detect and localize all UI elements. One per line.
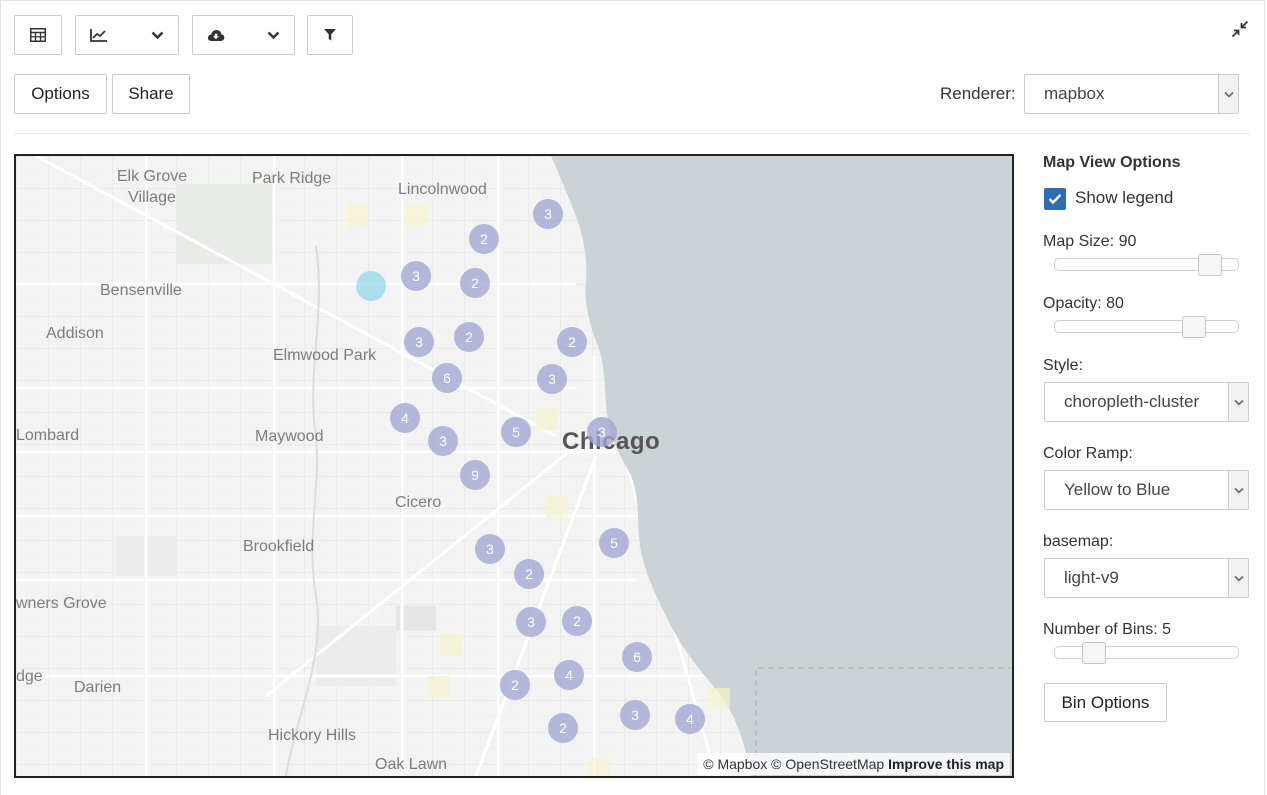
table-button[interactable] bbox=[14, 15, 62, 55]
table-icon bbox=[30, 28, 46, 42]
map-cluster[interactable]: 3 bbox=[516, 607, 546, 637]
map-cluster[interactable]: 2 bbox=[500, 670, 530, 700]
map-cluster[interactable]: 3 bbox=[401, 261, 431, 291]
style-select[interactable]: choropleth-cluster bbox=[1044, 382, 1249, 422]
map-cluster[interactable]: 4 bbox=[390, 403, 420, 433]
chevron-down-icon bbox=[151, 31, 164, 39]
place-label: Park Ridge bbox=[252, 170, 332, 187]
opacity-label: Opacity: 80 bbox=[1043, 295, 1124, 312]
chevron-down-icon bbox=[1228, 559, 1248, 597]
place-label: Cicero bbox=[395, 494, 442, 511]
renderer-label: Renderer: bbox=[940, 84, 1016, 103]
slider-handle[interactable] bbox=[1082, 642, 1106, 664]
compress-icon[interactable] bbox=[1231, 20, 1249, 43]
bins-slider[interactable] bbox=[1054, 642, 1239, 664]
place-label: Hickory Hills bbox=[268, 727, 356, 744]
map-cluster[interactable]: 3 bbox=[620, 700, 650, 730]
map-cluster[interactable]: 4 bbox=[554, 660, 584, 690]
map-cluster[interactable]: 2 bbox=[562, 606, 592, 636]
place-label: Lincolnwood bbox=[398, 181, 487, 198]
panel-title: Map View Options bbox=[1043, 154, 1181, 171]
place-label: Oak Lawn bbox=[375, 756, 448, 773]
osm-attribution-link[interactable]: © OpenStreetMap bbox=[771, 756, 884, 772]
place-label: Lombard bbox=[16, 427, 80, 444]
map-cluster[interactable]: 2 bbox=[514, 559, 544, 589]
map-cluster[interactable]: 9 bbox=[460, 460, 490, 490]
map-cluster[interactable]: 5 bbox=[501, 417, 531, 447]
color-ramp-value: Yellow to Blue bbox=[1064, 480, 1171, 499]
map-cluster[interactable]: 3 bbox=[587, 417, 617, 447]
chart-dropdown-button[interactable] bbox=[75, 15, 179, 55]
place-label: Maywood bbox=[255, 428, 324, 445]
map-cluster[interactable]: 2 bbox=[469, 224, 499, 254]
map-cluster[interactable]: 6 bbox=[622, 642, 652, 672]
options-button[interactable]: Options bbox=[14, 74, 107, 114]
map-cluster[interactable]: 2 bbox=[454, 322, 484, 352]
export-dropdown-button[interactable] bbox=[192, 15, 295, 55]
basemap-select[interactable]: light-v9 bbox=[1044, 558, 1249, 598]
map-size-label: Map Size: 90 bbox=[1043, 233, 1137, 250]
place-label: Addison bbox=[46, 325, 104, 342]
chevron-down-icon bbox=[1218, 75, 1238, 113]
bin-options-button[interactable]: Bin Options bbox=[1044, 683, 1167, 722]
show-legend-label[interactable]: Show legend bbox=[1075, 188, 1173, 208]
renderer-select[interactable]: mapbox bbox=[1024, 74, 1239, 114]
style-label: Style: bbox=[1043, 357, 1084, 374]
map-size-slider[interactable] bbox=[1054, 254, 1239, 276]
slider-handle[interactable] bbox=[1198, 254, 1222, 276]
place-label: Bensenville bbox=[100, 282, 182, 299]
map-cluster[interactable]: 5 bbox=[599, 528, 629, 558]
filter-button[interactable] bbox=[307, 15, 353, 55]
renderer-value: mapbox bbox=[1044, 84, 1105, 103]
map-cluster[interactable]: 3 bbox=[533, 199, 563, 229]
place-label: wners Grove bbox=[16, 595, 107, 612]
place-label: dge bbox=[16, 668, 43, 685]
map-cluster[interactable]: 6 bbox=[432, 363, 462, 393]
checkmark-icon bbox=[1048, 193, 1062, 205]
map-cluster[interactable]: 3 bbox=[428, 426, 458, 456]
chevron-down-icon bbox=[1228, 383, 1248, 421]
divider bbox=[14, 133, 1250, 134]
improve-map-link[interactable]: Improve this map bbox=[888, 756, 1004, 772]
map-cluster[interactable]: 2 bbox=[548, 713, 578, 743]
place-label: Elmwood Park bbox=[273, 347, 377, 364]
map-point[interactable] bbox=[356, 271, 386, 301]
color-ramp-select[interactable]: Yellow to Blue bbox=[1044, 470, 1249, 510]
place-label: Brookfield bbox=[243, 538, 315, 555]
map-cluster[interactable]: 3 bbox=[475, 534, 505, 564]
filter-icon bbox=[324, 29, 336, 41]
map-view[interactable]: Elk Grove Village Park Ridge Lincolnwood… bbox=[14, 154, 1014, 778]
share-button[interactable]: Share bbox=[112, 74, 190, 114]
cloud-download-icon bbox=[207, 29, 225, 41]
map-attribution: © Mapbox © OpenStreetMap Improve this ma… bbox=[697, 753, 1010, 775]
map-cluster[interactable]: 4 bbox=[675, 704, 705, 734]
line-chart-icon bbox=[90, 29, 107, 42]
chevron-down-icon bbox=[267, 31, 280, 39]
slider-handle[interactable] bbox=[1182, 316, 1206, 338]
mapbox-attribution-link[interactable]: © Mapbox bbox=[703, 756, 767, 772]
map-cluster[interactable]: 3 bbox=[404, 327, 434, 357]
map-cluster[interactable]: 2 bbox=[460, 268, 490, 298]
opacity-slider[interactable] bbox=[1054, 316, 1239, 338]
place-label: Darien bbox=[74, 679, 122, 696]
style-value: choropleth-cluster bbox=[1064, 392, 1200, 411]
map-cluster[interactable]: 2 bbox=[557, 327, 587, 357]
show-legend-checkbox[interactable] bbox=[1044, 188, 1066, 210]
basemap-value: light-v9 bbox=[1064, 568, 1119, 587]
color-ramp-label: Color Ramp: bbox=[1043, 445, 1133, 462]
map-cluster[interactable]: 3 bbox=[537, 364, 567, 394]
place-label: Elk Grove Village bbox=[116, 168, 188, 206]
chevron-down-icon bbox=[1228, 471, 1248, 509]
basemap-label: basemap: bbox=[1043, 533, 1114, 550]
bins-label: Number of Bins: 5 bbox=[1043, 621, 1172, 638]
